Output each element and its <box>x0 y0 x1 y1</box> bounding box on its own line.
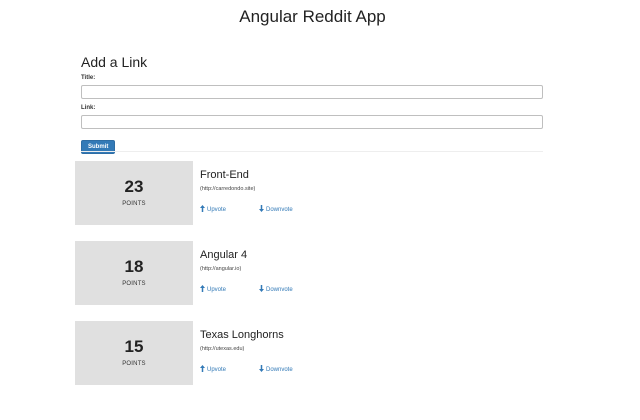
article-title: Angular 4 <box>200 249 248 261</box>
arrow-down-icon <box>259 285 264 292</box>
votes-count: 15 <box>124 337 144 356</box>
article-title: Front-End <box>200 169 249 181</box>
points-label: POINTS <box>122 361 146 367</box>
points-label: POINTS <box>122 201 146 207</box>
downvote-link[interactable]: Downvote <box>259 205 293 213</box>
page: Angular Reddit App Add a Link Title: Lin… <box>0 0 640 420</box>
downvote-label: Downvote <box>266 367 293 373</box>
votes-count: 18 <box>124 257 144 276</box>
form-heading: Add a Link <box>81 54 148 70</box>
article-row: 18 POINTS Angular 4 (http://angular.io) … <box>75 241 535 305</box>
article-domain: (http://utexas.edu) <box>200 346 245 352</box>
arrow-down-icon <box>259 365 264 372</box>
divider <box>81 151 543 152</box>
upvote-label: Upvote <box>207 367 227 373</box>
link-field-group: Link: <box>81 105 543 129</box>
app-title: Angular Reddit App <box>239 7 386 26</box>
votes-box: 15 POINTS <box>75 321 193 385</box>
votes-box: 18 POINTS <box>75 241 193 305</box>
link-input[interactable] <box>81 115 543 129</box>
votes-count: 23 <box>124 177 144 196</box>
arrow-up-icon <box>200 365 205 372</box>
upvote-link[interactable]: Upvote <box>200 365 226 373</box>
downvote-label: Downvote <box>266 207 293 213</box>
downvote-link[interactable]: Downvote <box>259 365 293 373</box>
upvote-label: Upvote <box>207 287 227 293</box>
article-row: 23 POINTS Front-End (http://carredondo.s… <box>75 161 535 225</box>
upvote-link[interactable]: Upvote <box>200 205 226 213</box>
article-domain: (http://carredondo.site) <box>200 186 256 192</box>
downvote-label: Downvote <box>266 287 293 293</box>
downvote-link[interactable]: Downvote <box>259 285 293 293</box>
title-input[interactable] <box>81 85 543 99</box>
article-title: Texas Longhorns <box>200 329 284 341</box>
article-domain: (http://angular.io) <box>200 266 242 272</box>
arrow-up-icon <box>200 285 205 292</box>
arrow-down-icon <box>259 205 264 212</box>
upvote-label: Upvote <box>207 207 227 213</box>
link-label: Link: <box>81 105 96 111</box>
title-label: Title: <box>81 75 96 81</box>
points-label: POINTS <box>122 281 146 287</box>
arrow-up-icon <box>200 205 205 212</box>
title-field-group: Title: <box>81 75 543 99</box>
votes-box: 23 POINTS <box>75 161 193 225</box>
article-row: 15 POINTS Texas Longhorns (http://utexas… <box>75 321 535 385</box>
upvote-link[interactable]: Upvote <box>200 285 226 293</box>
add-link-form: Add a Link Title: Link: Submit <box>81 54 543 154</box>
